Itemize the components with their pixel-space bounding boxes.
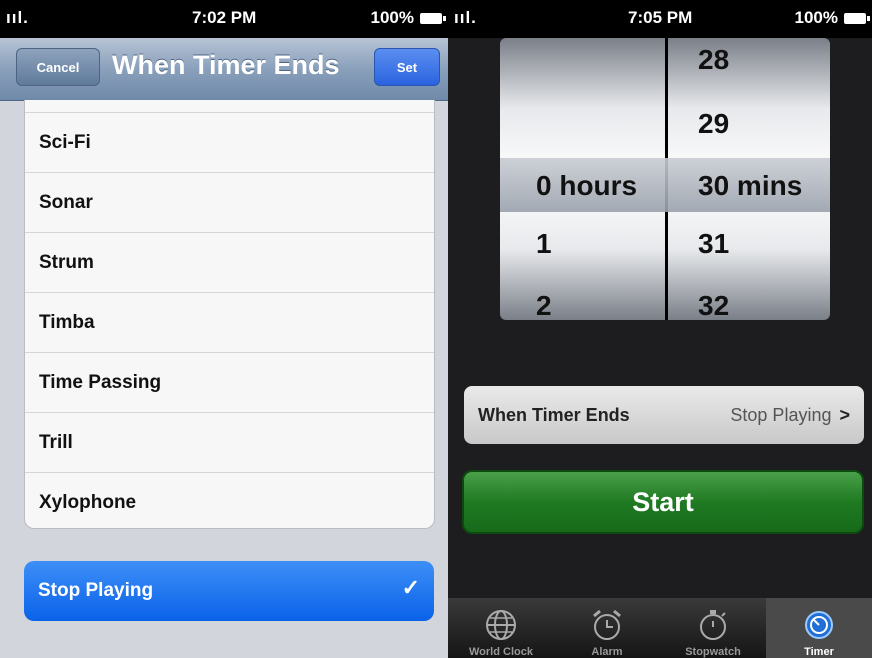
status-bar: ııl. 7:02 PM 100% — [0, 0, 448, 38]
hours-option: 2 — [536, 290, 552, 320]
status-time: 7:05 PM — [628, 8, 693, 27]
when-timer-ends-label: When Timer Ends — [478, 404, 630, 425]
battery-icon — [420, 12, 446, 24]
sound-list: Sci-Fi Sonar Strum Timba Time Passing Tr… — [24, 100, 435, 529]
when-timer-ends-row[interactable]: When Timer Ends Stop Playing > — [464, 386, 864, 444]
right-screen: ııl. 7:05 PM 100% 0 hours 1 2 28 29 30 m… — [448, 0, 872, 658]
timer-icon — [805, 611, 833, 639]
when-timer-ends-value: Stop Playing — [730, 404, 832, 425]
list-item[interactable]: Trill — [25, 412, 434, 472]
chevron-right-icon: > — [839, 404, 850, 425]
status-time: 7:02 PM — [192, 8, 257, 27]
selected-option-label: Stop Playing — [38, 580, 154, 601]
hours-selected: 0 hours — [536, 170, 638, 201]
tab-alarm[interactable]: Alarm — [554, 598, 660, 658]
globe-icon — [486, 610, 516, 640]
time-picker[interactable]: 0 hours 1 2 28 29 30 mins 31 32 — [500, 38, 830, 320]
status-bar: ııl. 7:05 PM 100% — [448, 0, 872, 38]
left-screen: ııl. 7:02 PM 100% Cancel When Timer Ends… — [0, 0, 448, 658]
minutes-option: 31 — [698, 228, 730, 259]
list-item[interactable]: Sci-Fi — [25, 112, 434, 172]
tab-label: World Clock — [469, 646, 533, 658]
page-title: When Timer Ends — [112, 50, 340, 80]
tab-label: Stopwatch — [685, 646, 741, 658]
list-item[interactable]: Time Passing — [25, 352, 434, 412]
battery-percent: 100% — [370, 8, 414, 27]
cancel-button[interactable]: Cancel — [16, 48, 100, 86]
nav-bar: Cancel When Timer Ends Set — [0, 38, 448, 101]
list-item[interactable]: Sonar — [25, 172, 434, 232]
signal-indicator: ııl. — [6, 8, 29, 27]
tab-timer[interactable]: Timer — [766, 598, 872, 658]
tab-label: Alarm — [591, 646, 623, 658]
selected-option[interactable]: Stop Playing ✓ — [24, 561, 434, 621]
tab-bar: World Clock Alarm Stopwatch Timer — [448, 598, 872, 658]
minutes-option: 29 — [698, 108, 730, 139]
list-item[interactable]: Xylophone — [25, 472, 434, 528]
list-item[interactable]: Timba — [25, 292, 434, 352]
minutes-selected: 30 mins — [698, 170, 803, 201]
battery-percent: 100% — [794, 8, 838, 27]
minutes-option: 32 — [698, 290, 730, 320]
signal-indicator: ııl. — [454, 8, 477, 27]
tab-label: Timer — [804, 646, 834, 658]
list-item[interactable]: Strum — [25, 232, 434, 292]
checkmark-icon: ✓ — [401, 575, 420, 600]
start-button[interactable]: Start — [462, 470, 864, 534]
alarm-clock-icon — [593, 609, 621, 640]
minutes-option: 28 — [698, 44, 730, 75]
set-button[interactable]: Set — [374, 48, 440, 86]
tab-stopwatch[interactable]: Stopwatch — [660, 598, 766, 658]
stopwatch-icon — [700, 610, 726, 640]
battery-icon — [844, 12, 870, 24]
hours-option: 1 — [536, 228, 552, 259]
tab-world-clock[interactable]: World Clock — [448, 598, 554, 658]
